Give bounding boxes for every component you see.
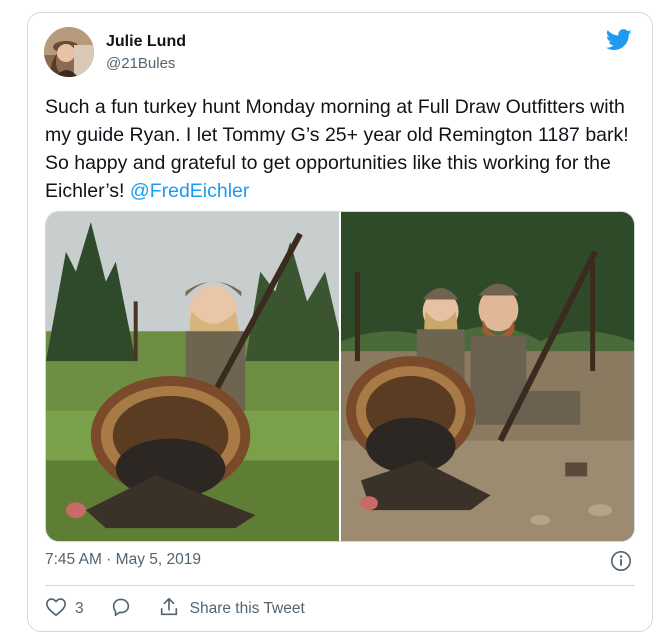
like-button[interactable]: 3: [45, 596, 110, 623]
photo-right[interactable]: [341, 212, 634, 541]
user-handle[interactable]: @21Bules: [106, 55, 175, 72]
avatar[interactable]: [44, 27, 94, 77]
tweet-date[interactable]: May 5, 2019: [116, 551, 201, 568]
mention-link[interactable]: @FredEichler: [130, 180, 250, 202]
timestamp-separator: ·: [101, 551, 116, 568]
info-icon[interactable]: [610, 550, 632, 572]
like-count: 3: [75, 600, 84, 617]
twitter-bird-icon[interactable]: [605, 29, 632, 51]
heart-icon: [45, 596, 67, 623]
tweet-text: Such a fun turkey hunt Monday morning at…: [45, 93, 641, 205]
action-bar: 3 Share this Tweet: [45, 595, 305, 623]
tweet-timestamp[interactable]: 7:45 AM · May 5, 2019: [45, 551, 201, 569]
share-button[interactable]: Share this Tweet: [158, 596, 305, 623]
reply-button[interactable]: [110, 596, 132, 623]
share-icon: [158, 596, 180, 623]
tweet-time[interactable]: 7:45 AM: [45, 551, 102, 568]
tweet-card: Julie Lund @21Bules Such a fun turkey hu…: [27, 12, 653, 632]
display-name[interactable]: Julie Lund: [106, 33, 186, 51]
photo-left[interactable]: [46, 212, 339, 541]
tweet-media: [45, 211, 635, 542]
divider: [45, 585, 635, 586]
speech-bubble-icon: [110, 596, 132, 623]
share-label: Share this Tweet: [189, 600, 305, 617]
